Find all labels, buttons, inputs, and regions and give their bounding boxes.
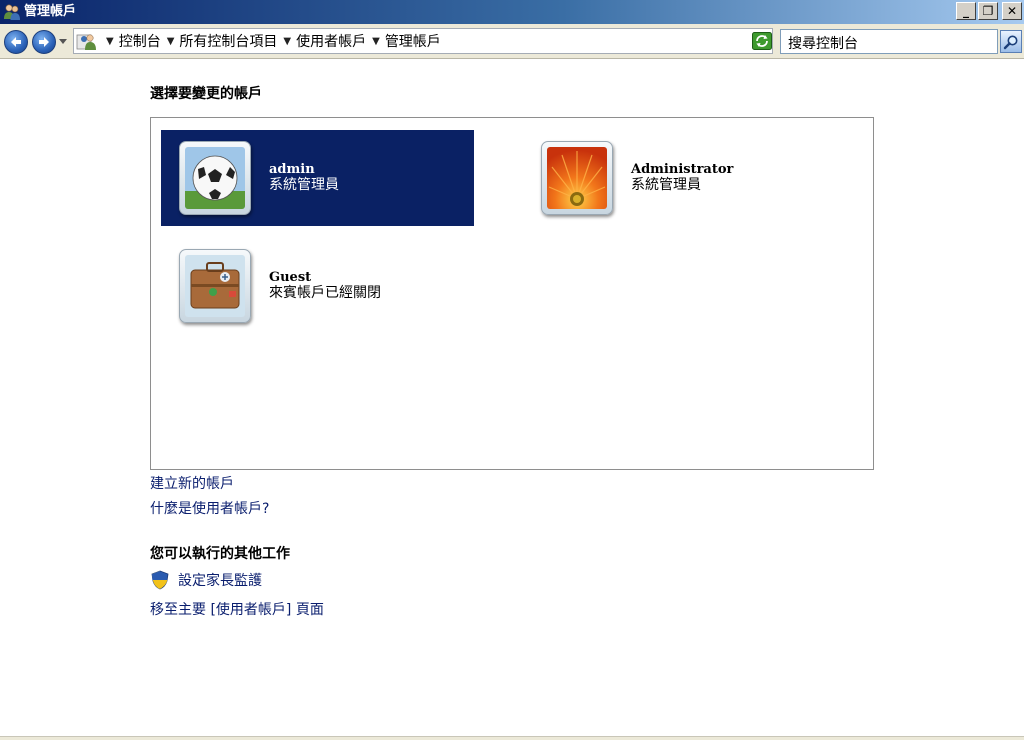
- user-accounts-icon: [4, 4, 20, 20]
- account-name: Guest: [269, 270, 312, 285]
- refresh-icon[interactable]: [752, 32, 772, 50]
- chevron-down-icon[interactable]: ▼: [372, 36, 380, 47]
- title-bar: 管理帳戶 _ ❐ ✕: [0, 0, 1024, 24]
- account-picture: [179, 249, 251, 323]
- parental-controls-task[interactable]: 設定家長監護: [150, 570, 262, 590]
- status-edge: [0, 736, 1024, 740]
- account-administrator[interactable]: Administrator 系統管理員: [523, 130, 836, 226]
- accounts-panel: admin 系統管理員 Administrator 系統管理員 Guest 來賓…: [150, 117, 874, 470]
- account-picture: [541, 141, 613, 215]
- chevron-down-icon[interactable]: ▼: [283, 36, 291, 47]
- minimize-button[interactable]: _: [956, 2, 976, 20]
- control-panel-icon: [76, 34, 96, 50]
- breadcrumb-control-panel[interactable]: 控制台: [119, 31, 161, 51]
- arrow-right-icon: [39, 37, 49, 47]
- search-icon: [1003, 35, 1018, 49]
- account-guest[interactable]: Guest 來賓帳戶已經關閉: [161, 238, 474, 334]
- other-tasks-heading: 您可以執行的其他工作: [150, 546, 290, 562]
- search-input[interactable]: 搜尋控制台: [780, 29, 998, 54]
- breadcrumb-user-accounts[interactable]: 使用者帳戶: [296, 31, 366, 51]
- account-name: Administrator: [631, 162, 734, 177]
- back-button[interactable]: [4, 30, 28, 54]
- account-name: admin: [269, 162, 315, 177]
- restore-button[interactable]: ❐: [978, 2, 998, 20]
- window-title: 管理帳戶: [24, 4, 77, 19]
- breadcrumb[interactable]: ▼ 控制台 ▼ 所有控制台項目 ▼ 使用者帳戶 ▼ 管理帳戶: [73, 28, 773, 54]
- parental-controls-link[interactable]: 設定家長監護: [178, 570, 262, 590]
- goto-main-user-accounts-link[interactable]: 移至主要 [使用者帳戶] 頁面: [150, 599, 324, 619]
- chevron-down-icon[interactable]: ▼: [106, 36, 114, 47]
- what-is-account-link[interactable]: 什麼是使用者帳戶?: [150, 498, 269, 518]
- account-role: 來賓帳戶已經關閉: [269, 285, 381, 301]
- account-admin[interactable]: admin 系統管理員: [161, 130, 474, 226]
- account-role: 系統管理員: [269, 177, 339, 193]
- arrow-left-icon: [11, 37, 21, 47]
- account-picture: [179, 141, 251, 215]
- search-button[interactable]: [1000, 30, 1022, 53]
- account-role: 系統管理員: [631, 177, 701, 193]
- breadcrumb-manage-accounts[interactable]: 管理帳戶: [385, 31, 441, 51]
- suitcase-icon: [185, 255, 245, 317]
- uac-shield-icon: [151, 570, 169, 590]
- close-button[interactable]: ✕: [1002, 2, 1022, 20]
- address-toolbar: ▼ 控制台 ▼ 所有控制台項目 ▼ 使用者帳戶 ▼ 管理帳戶 搜尋控制台: [0, 24, 1024, 59]
- orange-flower-icon: [547, 147, 607, 209]
- forward-button[interactable]: [32, 30, 56, 54]
- breadcrumb-all-items[interactable]: 所有控制台項目: [179, 31, 277, 51]
- chevron-down-icon[interactable]: ▼: [167, 36, 175, 47]
- page-heading: 選擇要變更的帳戶: [150, 86, 262, 102]
- window-controls: _ ❐ ✕: [956, 2, 1022, 20]
- recent-pages-dropdown-icon[interactable]: [58, 36, 68, 46]
- soccer-ball-icon: [185, 147, 245, 209]
- create-account-link[interactable]: 建立新的帳戶: [150, 473, 234, 493]
